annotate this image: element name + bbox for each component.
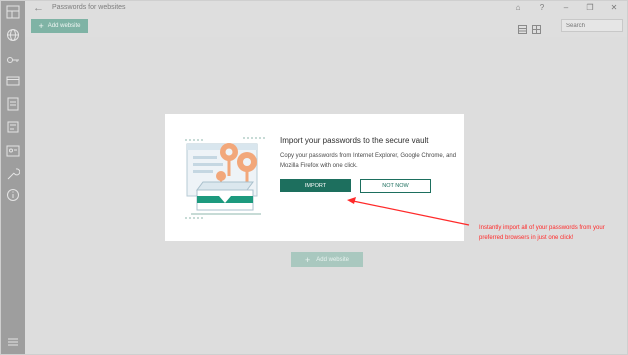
grid-view-icon[interactable] <box>532 21 541 34</box>
toolbar: + Add website <box>25 15 627 37</box>
annotation-text: Instantly import all of your passwords f… <box>479 225 605 241</box>
window-title: Passwords for websites <box>52 4 126 11</box>
dashboard-icon[interactable] <box>6 5 20 19</box>
dialog-body: Copy your passwords from Internet Explor… <box>280 153 457 169</box>
app-window: ← Passwords for websites ⌂ ? – ❐ ✕ + Add… <box>0 0 628 355</box>
vault-icon[interactable]: ⌂ <box>513 1 523 15</box>
title-bar: ← Passwords for websites ⌂ ? – ❐ ✕ <box>25 1 627 15</box>
add-website-button[interactable]: + Add website <box>31 19 88 33</box>
back-icon[interactable]: ← <box>33 1 44 15</box>
import-dialog: Import your passwords to the secure vaul… <box>165 114 464 241</box>
notes-icon[interactable] <box>6 120 20 134</box>
dialog-title: Import your passwords to the secure vaul… <box>280 136 429 145</box>
id-card-icon[interactable] <box>6 144 20 158</box>
close-icon[interactable]: ✕ <box>609 1 619 15</box>
window-controls: ⌂ ? – ❐ ✕ <box>513 1 619 15</box>
globe-icon[interactable] <box>6 28 20 42</box>
search-input[interactable] <box>561 19 623 32</box>
list-view-icon[interactable] <box>518 21 527 34</box>
import-button[interactable]: IMPORT <box>280 179 351 192</box>
plus-icon: + <box>305 254 311 265</box>
vault-illustration-icon <box>185 137 265 219</box>
info-icon[interactable] <box>6 188 20 202</box>
sidebar <box>1 1 25 354</box>
credit-card-icon[interactable] <box>6 74 20 88</box>
add-website-label: Add website <box>47 23 81 29</box>
bottom-add-website-button[interactable]: + Add website <box>291 252 363 267</box>
key-icon[interactable] <box>6 53 20 67</box>
menu-icon[interactable] <box>6 335 20 349</box>
document-icon[interactable] <box>6 97 20 111</box>
tools-icon[interactable] <box>6 167 20 181</box>
plus-icon: + <box>38 21 44 31</box>
view-toggle <box>518 21 541 34</box>
not-now-button[interactable]: NOT NOW <box>360 179 431 193</box>
bottom-add-website-label: Add website <box>316 256 349 263</box>
minimize-icon[interactable]: – <box>561 1 571 15</box>
restore-icon[interactable]: ❐ <box>585 1 595 15</box>
help-icon[interactable]: ? <box>537 1 547 15</box>
